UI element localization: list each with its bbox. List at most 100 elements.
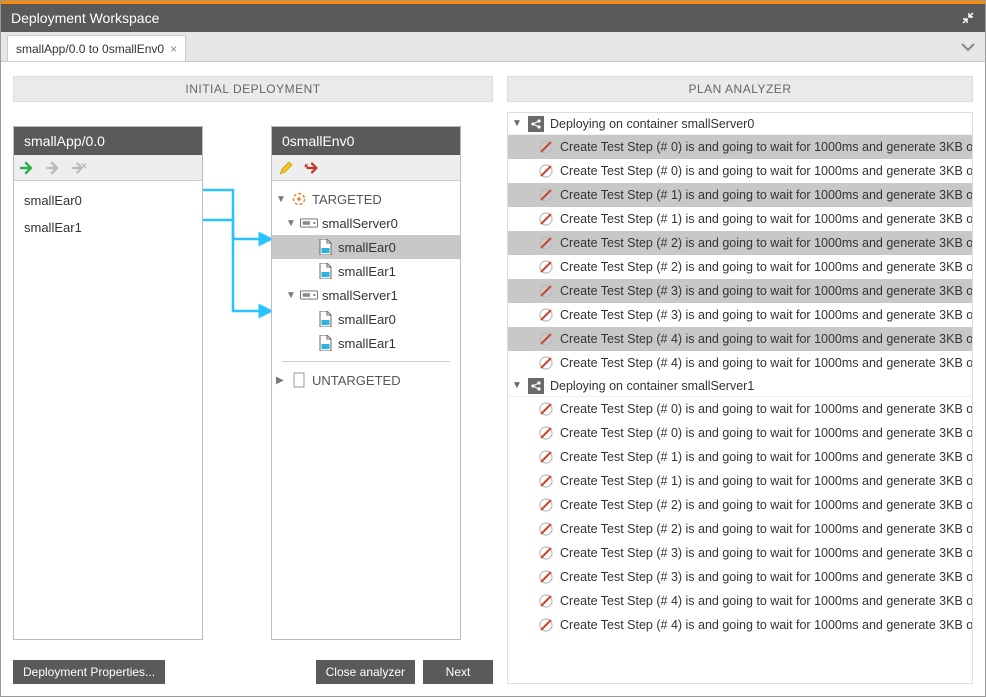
next-button[interactable]: Next <box>423 660 493 684</box>
skip-step-icon <box>538 425 554 441</box>
plan-step-text: Create Test Step (# 2) is and going to w… <box>560 522 972 536</box>
plan-step[interactable]: Create Test Step (# 0) is and going to w… <box>508 135 972 159</box>
workspace-tab[interactable]: smallApp/0.0 to 0smallEnv0 × <box>7 35 186 61</box>
untargeted-section[interactable]: ▶ UNTARGETED <box>272 368 460 392</box>
close-analyzer-button[interactable]: Close analyzer <box>316 660 415 684</box>
initial-deployment-header: INITIAL DEPLOYMENT <box>13 76 493 102</box>
chevron-down-icon[interactable]: ▼ <box>276 194 286 205</box>
plan-step[interactable]: Create Test Step (# 2) is and going to w… <box>508 231 972 255</box>
tab-close-icon[interactable]: × <box>170 42 177 56</box>
plan-step[interactable]: Create Test Step (# 2) is and going to w… <box>508 517 972 541</box>
deploy-arrow-icon[interactable] <box>20 160 36 176</box>
plan-step-text: Create Test Step (# 2) is and going to w… <box>560 236 972 250</box>
plan-group-title: Deploying on container smallServer1 <box>550 379 754 393</box>
plan-step[interactable]: Create Test Step (# 3) is and going to w… <box>508 565 972 589</box>
artifact-icon <box>316 262 334 280</box>
plan-step[interactable]: Create Test Step (# 0) is and going to w… <box>508 159 972 183</box>
chevron-down-icon[interactable]: ▼ <box>512 118 522 129</box>
plan-step[interactable]: Create Test Step (# 3) is and going to w… <box>508 541 972 565</box>
plan-step-text: Create Test Step (# 1) is and going to w… <box>560 188 972 202</box>
plan-step-text: Create Test Step (# 4) is and going to w… <box>560 594 972 608</box>
skip-step-icon <box>538 401 554 417</box>
plan-step[interactable]: Create Test Step (# 4) is and going to w… <box>508 613 972 637</box>
edit-icon[interactable] <box>278 160 294 176</box>
plan-analyzer-header: PLAN ANALYZER <box>507 76 973 102</box>
skip-step-icon <box>538 331 554 347</box>
plan-step[interactable]: Create Test Step (# 3) is and going to w… <box>508 303 972 327</box>
plan-step[interactable]: Create Test Step (# 2) is and going to w… <box>508 493 972 517</box>
tabs-dropdown-icon[interactable] <box>959 38 977 56</box>
server-label: smallServer1 <box>322 288 398 303</box>
plan-step-text: Create Test Step (# 1) is and going to w… <box>560 450 972 464</box>
skip-step-icon <box>538 283 554 299</box>
chevron-down-icon[interactable]: ▼ <box>286 290 296 301</box>
artifact-icon <box>316 238 334 256</box>
plan-step-text: Create Test Step (# 2) is and going to w… <box>560 260 972 274</box>
artifact-icon <box>316 334 334 352</box>
source-item[interactable]: smallEar0 <box>14 187 202 214</box>
deployment-properties-button[interactable]: Deployment Properties... <box>13 660 165 684</box>
server-icon <box>300 286 318 304</box>
server-node[interactable]: ▼ smallServer1 <box>272 283 460 307</box>
chevron-down-icon[interactable]: ▼ <box>286 218 296 229</box>
artifact-label: smallEar0 <box>338 240 396 255</box>
plan-step[interactable]: Create Test Step (# 4) is and going to w… <box>508 589 972 613</box>
plan-step[interactable]: Create Test Step (# 1) is and going to w… <box>508 469 972 493</box>
skip-step-icon <box>538 569 554 585</box>
plan-group-title: Deploying on container smallServer0 <box>550 117 754 131</box>
plan-step[interactable]: Create Test Step (# 0) is and going to w… <box>508 421 972 445</box>
artifact-label: smallEar1 <box>338 264 396 279</box>
plan-step[interactable]: Create Test Step (# 1) is and going to w… <box>508 183 972 207</box>
untargeted-label: UNTARGETED <box>312 373 401 388</box>
plan-step[interactable]: Create Test Step (# 0) is and going to w… <box>508 397 972 421</box>
skip-step-icon <box>538 355 554 371</box>
tab-label: smallApp/0.0 to 0smallEnv0 <box>16 42 164 56</box>
remove-arrow-icon[interactable] <box>304 160 320 176</box>
tree-separator <box>282 361 450 362</box>
plan-step[interactable]: Create Test Step (# 4) is and going to w… <box>508 327 972 351</box>
collapse-icon[interactable] <box>961 11 975 25</box>
skip-step-icon <box>538 473 554 489</box>
plan-step-text: Create Test Step (# 1) is and going to w… <box>560 474 972 488</box>
skip-step-icon <box>538 259 554 275</box>
plan-step-text: Create Test Step (# 3) is and going to w… <box>560 546 972 560</box>
container-icon <box>528 116 544 132</box>
target-card: 0smallEnv0 ▼TARGETED▼smallServer0smallEa… <box>271 126 461 640</box>
plan-step-text: Create Test Step (# 0) is and going to w… <box>560 140 972 154</box>
artifact-label: smallEar1 <box>338 336 396 351</box>
artifact-node[interactable]: smallEar1 <box>272 331 460 355</box>
server-icon <box>300 214 318 232</box>
plan-group-header[interactable]: ▼ Deploying on container smallServer0 <box>508 113 972 135</box>
plan-step-text: Create Test Step (# 3) is and going to w… <box>560 570 972 584</box>
target-toolbar <box>272 155 460 181</box>
artifact-label: smallEar0 <box>338 312 396 327</box>
source-item[interactable]: smallEar1 <box>14 214 202 241</box>
skip-step-icon <box>538 497 554 513</box>
server-node[interactable]: ▼ smallServer0 <box>272 211 460 235</box>
skip-step-icon <box>538 617 554 633</box>
plan-step[interactable]: Create Test Step (# 3) is and going to w… <box>508 279 972 303</box>
tab-bar: smallApp/0.0 to 0smallEnv0 × <box>1 32 985 62</box>
arrow-disabled-icon <box>46 160 62 176</box>
plan-step-text: Create Test Step (# 0) is and going to w… <box>560 164 972 178</box>
artifact-node[interactable]: smallEar0 <box>272 235 460 259</box>
chevron-right-icon[interactable]: ▶ <box>276 375 286 386</box>
artifact-node[interactable]: smallEar1 <box>272 259 460 283</box>
artifact-node[interactable]: smallEar0 <box>272 307 460 331</box>
plan-step[interactable]: Create Test Step (# 1) is and going to w… <box>508 207 972 231</box>
chevron-down-icon[interactable]: ▼ <box>512 380 522 391</box>
plan-step[interactable]: Create Test Step (# 2) is and going to w… <box>508 255 972 279</box>
plan-step[interactable]: Create Test Step (# 1) is and going to w… <box>508 445 972 469</box>
targeted-section[interactable]: ▼TARGETED <box>272 187 460 211</box>
target-card-title: 0smallEnv0 <box>272 127 460 155</box>
server-label: smallServer0 <box>322 216 398 231</box>
skip-step-icon <box>538 545 554 561</box>
skip-step-icon <box>538 521 554 537</box>
skip-step-icon <box>538 211 554 227</box>
skip-step-icon <box>538 307 554 323</box>
plan-step[interactable]: Create Test Step (# 4) is and going to w… <box>508 351 972 375</box>
title-bar: Deployment Workspace <box>1 4 985 32</box>
skip-step-icon <box>538 235 554 251</box>
plan-group-header[interactable]: ▼ Deploying on container smallServer1 <box>508 375 972 397</box>
skip-step-icon <box>538 187 554 203</box>
